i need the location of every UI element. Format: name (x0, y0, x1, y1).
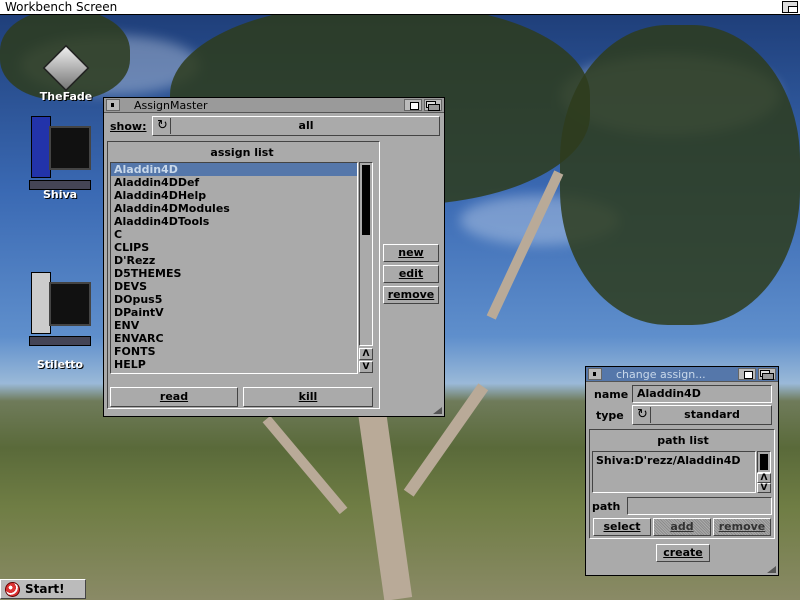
window-title: change assign... (616, 368, 706, 381)
screen-title: Workbench Screen (5, 0, 118, 14)
name-label: name (594, 388, 629, 401)
scroll-up-button[interactable]: Λ (757, 473, 771, 483)
read-button[interactable]: read (110, 387, 238, 407)
assign-list-title: assign list (210, 146, 274, 159)
add-button-label: add (670, 520, 694, 533)
assign-list-item[interactable]: DPaintV (111, 306, 357, 319)
scroll-knob[interactable] (362, 165, 370, 235)
assignmaster-window: AssignMaster show: ↻ all assign list Ala… (103, 97, 445, 417)
assign-list-item[interactable]: CLIPS (111, 241, 357, 254)
depth-icon[interactable] (424, 99, 442, 111)
change-assign-titlebar[interactable]: change assign... (586, 367, 778, 382)
add-button[interactable]: add (653, 518, 711, 536)
new-button[interactable]: new (383, 244, 439, 262)
create-button-label: create (663, 546, 703, 559)
close-icon[interactable] (106, 99, 120, 111)
path-list-item[interactable]: Shiva:D'rezz/Aladdin4D (593, 454, 755, 467)
edit-button-label: edit (398, 267, 424, 280)
edit-button[interactable]: edit (383, 265, 439, 283)
assign-list-item[interactable]: D'Rezz (111, 254, 357, 267)
assign-list-scrollbar[interactable] (359, 162, 373, 346)
assign-list-item[interactable]: DOpus5 (111, 293, 357, 306)
path-remove-button-label: remove (718, 520, 766, 533)
change-assign-window: change assign... name Aladdin4D type ↻ s… (585, 366, 779, 576)
depth-icon[interactable] (758, 368, 776, 380)
remove-button-label: remove (387, 288, 435, 301)
kill-button[interactable]: kill (243, 387, 373, 407)
scroll-knob[interactable] (760, 454, 768, 470)
path-label: path (592, 500, 621, 513)
close-icon[interactable] (588, 368, 602, 380)
zoom-icon[interactable] (404, 99, 422, 111)
assign-list-item[interactable]: C (111, 228, 357, 241)
chip-icon (38, 40, 94, 92)
show-value: all (298, 119, 314, 132)
start-button-label: Start! (25, 582, 65, 596)
type-value: standard (684, 408, 740, 421)
assign-list-item[interactable]: ENV (111, 319, 357, 332)
assign-list-item[interactable]: Aladdin4DDef (111, 176, 357, 189)
assign-list-item[interactable]: Aladdin4D (111, 163, 357, 176)
remove-button[interactable]: remove (383, 286, 439, 304)
computer-icon (25, 116, 95, 196)
scroll-down-button[interactable]: V (757, 483, 771, 493)
assign-list-item[interactable]: HELP (111, 358, 357, 371)
select-button-label: select (603, 520, 641, 533)
select-button[interactable]: select (593, 518, 651, 536)
name-field[interactable]: Aladdin4D (632, 385, 772, 403)
cycle-icon: ↻ (155, 118, 171, 134)
assign-list-item[interactable]: FONTS (111, 345, 357, 358)
path-list[interactable]: Shiva:D'rezz/Aladdin4D (592, 451, 756, 493)
show-cycle[interactable]: ↻ all (152, 116, 440, 136)
show-label: show: (110, 120, 147, 133)
desktop-icon-label: Stiletto (36, 358, 84, 371)
desktop-icon-thefade[interactable]: TheFade (38, 40, 94, 103)
path-remove-button[interactable]: remove (713, 518, 771, 536)
kill-button-label: kill (298, 390, 318, 403)
type-label: type (596, 409, 624, 422)
computer-icon (25, 272, 95, 352)
resize-icon[interactable] (765, 564, 777, 574)
assign-list-item[interactable]: ENVARC (111, 332, 357, 345)
assign-list-item[interactable]: Aladdin4DModules (111, 202, 357, 215)
desktop-icon-stiletto[interactable]: Stiletto (22, 272, 98, 371)
assign-list[interactable]: Aladdin4D Aladdin4DDef Aladdin4DHelp Aladdi… (110, 162, 358, 374)
type-cycle[interactable]: ↻ standard (632, 405, 772, 425)
start-button[interactable]: Start! (0, 579, 86, 599)
assignmaster-titlebar[interactable]: AssignMaster (104, 98, 444, 113)
assign-list-item[interactable]: Aladdin4DHelp (111, 189, 357, 202)
screen-depth-gadget[interactable] (782, 1, 798, 13)
path-field[interactable] (627, 497, 772, 515)
boing-ball-icon (5, 582, 20, 597)
resize-icon[interactable] (431, 405, 443, 415)
assign-list-item[interactable]: D5THEMES (111, 267, 357, 280)
scroll-down-button[interactable]: V (359, 361, 373, 373)
read-button-label: read (159, 390, 189, 403)
assign-list-item[interactable]: Aladdin4DTools (111, 215, 357, 228)
desktop-icon-label: TheFade (39, 90, 93, 103)
create-button[interactable]: create (656, 544, 710, 562)
zoom-icon[interactable] (738, 368, 756, 380)
cycle-icon: ↻ (635, 407, 651, 423)
scroll-up-button[interactable]: Λ (359, 348, 373, 360)
screen-title-bar: Workbench Screen (0, 0, 800, 15)
assign-list-item[interactable]: DEVS (111, 280, 357, 293)
path-list-title: path list (657, 434, 709, 447)
new-button-label: new (398, 246, 424, 259)
desktop-icon-shiva[interactable]: Shiva (22, 116, 98, 201)
path-list-scrollbar[interactable] (757, 451, 771, 473)
window-title: AssignMaster (134, 99, 208, 112)
